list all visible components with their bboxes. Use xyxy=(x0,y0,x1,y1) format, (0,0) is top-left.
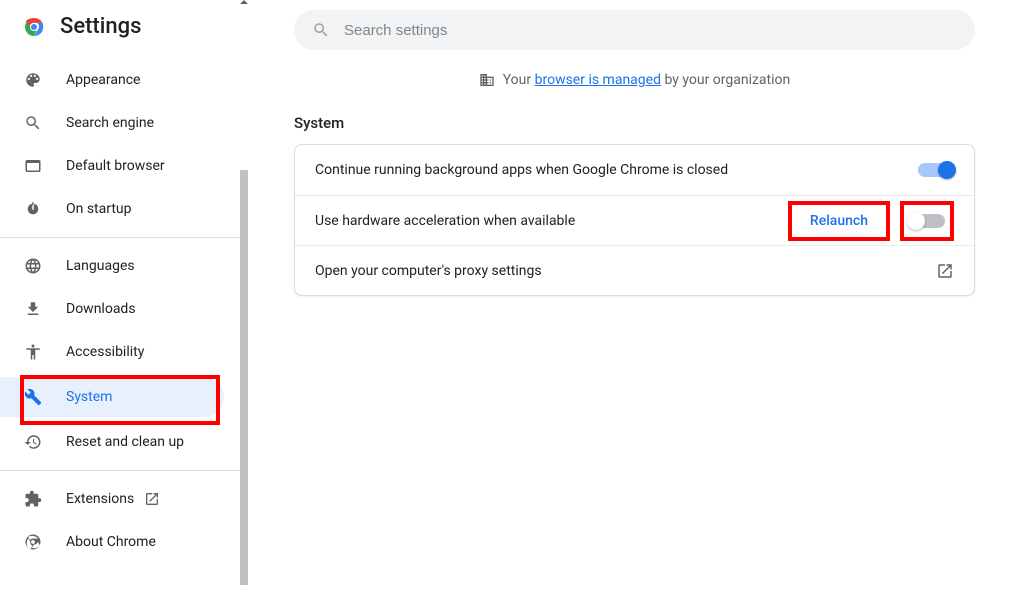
sidebar-nav: Appearance Search engine Default browser… xyxy=(0,57,248,591)
section-title: System xyxy=(294,114,975,132)
sidebar: Settings Appearance Search engine Defaul… xyxy=(0,0,248,591)
sidebar-item-system[interactable]: System xyxy=(0,377,224,417)
system-card: Continue running background apps when Go… xyxy=(294,144,975,296)
search-icon xyxy=(312,21,330,39)
restore-icon xyxy=(24,433,44,451)
download-icon xyxy=(24,300,44,318)
managed-notice: Your browser is managed by your organiza… xyxy=(294,72,975,88)
chrome-outline-icon xyxy=(24,533,44,551)
managed-link[interactable]: browser is managed xyxy=(535,72,661,88)
sidebar-item-languages[interactable]: Languages xyxy=(0,246,236,286)
sidebar-item-label: Accessibility xyxy=(66,344,144,360)
divider xyxy=(0,470,248,471)
toggle-hardware-accel[interactable] xyxy=(909,214,945,228)
chrome-icon xyxy=(22,15,46,39)
divider xyxy=(0,237,248,238)
sidebar-item-label: Extensions xyxy=(66,491,134,507)
sidebar-item-label: System xyxy=(66,389,112,405)
open-external-icon xyxy=(144,491,160,507)
highlight-annotation xyxy=(900,201,954,241)
sidebar-item-label: Languages xyxy=(66,258,135,274)
sidebar-item-reset[interactable]: Reset and clean up xyxy=(0,422,236,462)
row-hardware-accel[interactable]: Use hardware acceleration when available… xyxy=(295,195,974,245)
globe-icon xyxy=(24,257,44,275)
sidebar-item-search-engine[interactable]: Search engine xyxy=(0,103,236,143)
main-content: Your browser is managed by your organiza… xyxy=(248,0,1011,591)
sidebar-item-label: Search engine xyxy=(66,115,154,131)
sidebar-item-downloads[interactable]: Downloads xyxy=(0,289,236,329)
sidebar-item-default-browser[interactable]: Default browser xyxy=(0,146,236,186)
sidebar-item-label: Reset and clean up xyxy=(66,434,184,450)
row-background-apps[interactable]: Continue running background apps when Go… xyxy=(295,145,974,195)
row-label: Use hardware acceleration when available xyxy=(315,213,788,229)
browser-icon xyxy=(24,157,44,175)
scroll-thumb[interactable] xyxy=(240,170,248,585)
relaunch-button[interactable]: Relaunch xyxy=(796,207,882,235)
row-proxy-settings[interactable]: Open your computer's proxy settings xyxy=(295,245,974,295)
sidebar-item-extensions[interactable]: Extensions xyxy=(0,479,236,519)
toggle-background-apps[interactable] xyxy=(918,163,954,177)
power-icon xyxy=(24,200,44,218)
extension-icon xyxy=(24,490,44,508)
row-label: Continue running background apps when Go… xyxy=(315,162,918,178)
sidebar-item-label: Appearance xyxy=(66,72,140,88)
sidebar-item-label: Downloads xyxy=(66,301,136,317)
sidebar-item-about[interactable]: About Chrome xyxy=(0,522,236,562)
sidebar-item-appearance[interactable]: Appearance xyxy=(0,60,236,100)
scroll-up-icon xyxy=(240,0,248,4)
sidebar-scrollbar[interactable] xyxy=(240,0,248,591)
app-title: Settings xyxy=(60,14,141,39)
managed-text: Your browser is managed by your organiza… xyxy=(503,72,791,88)
sidebar-header: Settings xyxy=(0,0,248,57)
sidebar-item-label: Default browser xyxy=(66,158,165,174)
wrench-icon xyxy=(24,388,44,406)
sidebar-item-on-startup[interactable]: On startup xyxy=(0,189,236,229)
row-label: Open your computer's proxy settings xyxy=(315,263,936,279)
sidebar-item-accessibility[interactable]: Accessibility xyxy=(0,332,236,372)
accessibility-icon xyxy=(24,343,44,361)
palette-icon xyxy=(24,71,44,89)
building-icon xyxy=(479,72,495,88)
search-input[interactable] xyxy=(344,22,957,39)
search-bar[interactable] xyxy=(294,10,975,50)
highlight-annotation: Relaunch xyxy=(788,201,890,241)
sidebar-item-label: On startup xyxy=(66,201,132,217)
open-external-icon xyxy=(936,262,954,280)
search-icon xyxy=(24,114,44,132)
sidebar-item-label: About Chrome xyxy=(66,534,156,550)
